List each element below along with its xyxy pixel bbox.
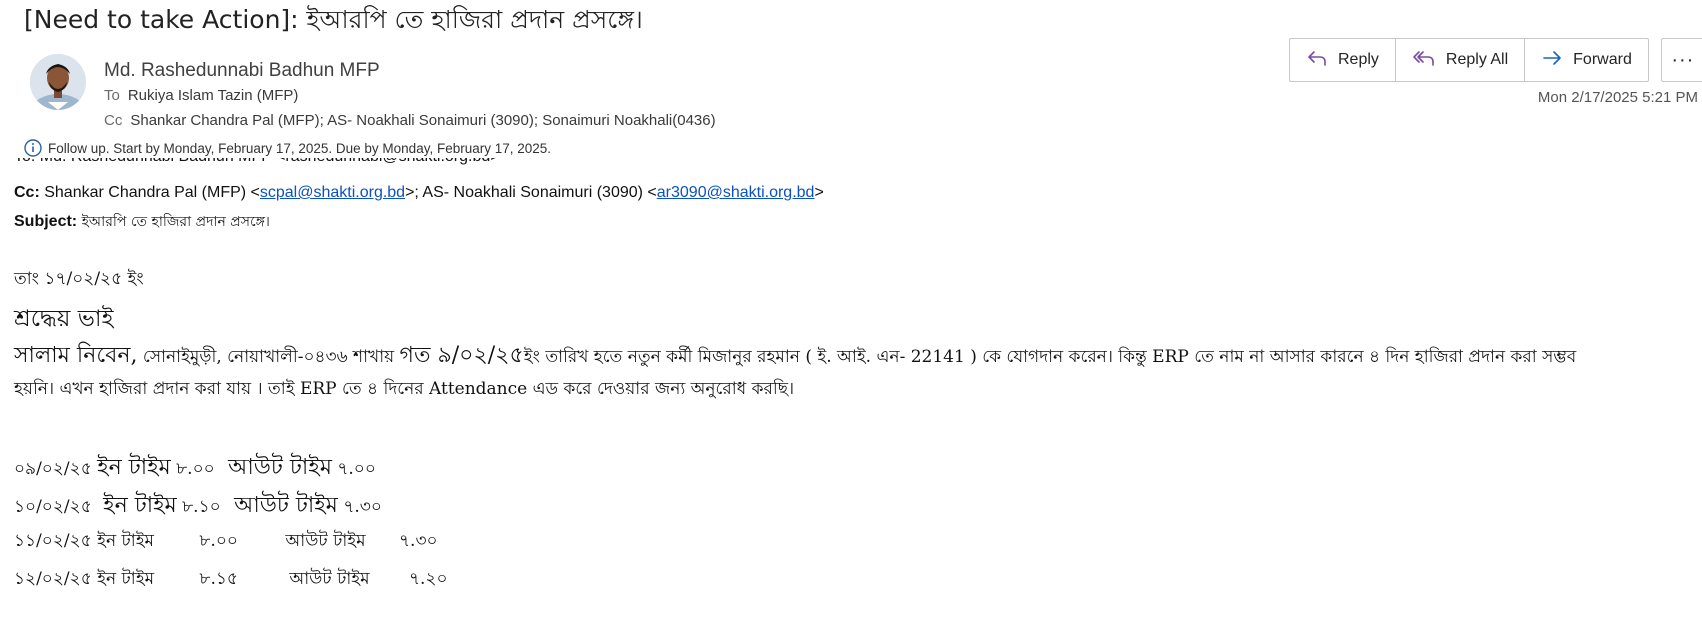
response-buttons: Reply Reply All Forward	[1289, 38, 1649, 82]
row-in-time: ৮.০০	[176, 459, 215, 479]
quoted-cc-label: Cc:	[14, 184, 40, 201]
row-out-time: ৭.২০	[408, 569, 448, 589]
letter-greeting: শ্রদ্ধেয় ভাই	[14, 306, 114, 332]
row-out-label: আউট টাইম	[228, 455, 332, 480]
row-in-time: ৮.১০	[182, 497, 221, 517]
email-link-scpal[interactable]: scpal@shakti.org.bd	[260, 184, 405, 201]
attendance-row: ১০/০২/২৫ ইন টাইম ৮.১০ আউট টাইম ৭.৩০	[14, 488, 382, 525]
forward-button[interactable]: Forward	[1525, 39, 1648, 81]
row-out-label: আউট টাইম	[234, 493, 338, 518]
action-bar: Reply Reply All Forward ···	[1289, 38, 1702, 82]
quoted-subject-label: Subject:	[14, 213, 78, 230]
email-subject: [Need to take Action]: ইআরপি তে হাজিরা প…	[24, 5, 643, 34]
reply-label: Reply	[1338, 51, 1379, 68]
quoted-cc-line: Cc: Shankar Chandra Pal (MFP) <scpal@sha…	[14, 184, 824, 202]
row-in-time: ৮.১৫	[199, 569, 238, 589]
para1-salutation: সালাম নিবেন,	[14, 343, 138, 368]
row-in-label: ইন টাইম	[97, 455, 171, 480]
sender-avatar[interactable]	[30, 54, 86, 110]
reply-button[interactable]: Reply	[1290, 39, 1396, 81]
followup-text: Follow up. Start by Monday, February 17,…	[48, 140, 552, 156]
para1-rest: ইং তারিখ হতে নতুন কর্মী মিজানুর রহমান ( …	[523, 347, 1577, 367]
cc-value[interactable]: Shankar Chandra Pal (MFP); AS- Noakhali …	[130, 112, 715, 129]
sender-name[interactable]: Md. Rashedunnabi Badhun MFP	[104, 60, 380, 82]
letter-date: তাং ১৭/০২/২৫ ইং	[14, 269, 144, 289]
row-in-label: ইন টাইম	[103, 493, 177, 518]
reply-all-icon	[1412, 49, 1446, 72]
cc-label: Cc	[104, 112, 123, 129]
email-link-ar3090[interactable]: ar3090@shakti.org.bd	[657, 184, 815, 201]
attendance-row: ১১/০২/২৫ ইন টাইম ৮.০০ আউট টাইম ৭.৩০	[14, 528, 438, 556]
row-out-time: ৭.৩০	[398, 531, 438, 551]
attendance-row: ১২/০২/২৫ ইন টাইম ৮.১৫ আউট টাইম ৭.২০	[14, 566, 448, 594]
para1-branch: সোনাইমুড়ী, নোয়াখালী-০৪৩৬ শাখায়	[137, 347, 400, 367]
quoted-cc-text3: >	[814, 184, 824, 201]
quoted-subject-value: ইআরপি তে হাজিরা প্রদান প্রসঙ্গে।	[77, 214, 270, 230]
quoted-cc-text1: Shankar Chandra Pal (MFP) <	[39, 184, 260, 201]
reply-all-label: Reply All	[1445, 51, 1509, 68]
row-out-time: ৭.০০	[337, 459, 376, 479]
row-date: ১১/০২/২৫	[14, 531, 92, 551]
to-value[interactable]: Rukiya Islam Tazin (MFP)	[128, 87, 299, 104]
row-in-label: ইন টাইম	[97, 569, 155, 589]
info-icon	[24, 139, 42, 157]
row-out-label: আউট টাইম	[285, 531, 366, 551]
attendance-row: ০৯/০২/২৫ ইন টাইম ৮.০০ আউট টাইম ৭.০০	[14, 450, 376, 487]
to-label: To	[104, 87, 120, 104]
quoted-to-line: To: Md. Rashedunnabi Badhun MFP <rashedu…	[14, 158, 500, 166]
letter-paragraph-2: হয়নি। এখন হাজিরা প্রদান করা যায় । তাই …	[14, 379, 795, 399]
forward-arrow-icon	[1541, 49, 1573, 72]
row-date: ১২/০২/২৫	[14, 569, 92, 589]
row-out-time: ৭.৩০	[343, 497, 382, 517]
to-recipients: To Rukiya Islam Tazin (MFP)	[104, 87, 298, 104]
sent-timestamp: Mon 2/17/2025 5:21 PM	[1537, 89, 1698, 106]
cc-recipients: Cc Shankar Chandra Pal (MFP); AS- Noakhal…	[104, 112, 716, 129]
letter-paragraph-1: সালাম নিবেন, সোনাইমুড়ী, নোয়াখালী-০৪৩৬ …	[14, 338, 1576, 375]
reply-icon	[1306, 49, 1338, 72]
message-body: To: Md. Rashedunnabi Badhun MFP <rashedu…	[0, 158, 1702, 622]
forward-label: Forward	[1573, 51, 1632, 68]
row-out-label: আউট টাইম	[289, 569, 370, 589]
row-in-time: ৮.০০	[199, 531, 238, 551]
para1-date: গত ৯/০২/২৫	[399, 343, 524, 368]
quoted-subject-line: Subject: ইআরপি তে হাজিরা প্রদান প্রসঙ্গে…	[14, 210, 270, 234]
row-date: ০৯/০২/২৫	[14, 459, 92, 479]
row-date: ১০/০২/২৫	[14, 497, 92, 517]
quoted-cc-text2: >; AS- Noakhali Sonaimuri (3090) <	[405, 184, 657, 201]
row-in-label: ইন টাইম	[97, 531, 154, 551]
more-options-button[interactable]: ···	[1660, 38, 1702, 82]
followup-flag: Follow up. Start by Monday, February 17,…	[24, 139, 551, 157]
reply-all-button[interactable]: Reply All	[1396, 39, 1526, 81]
